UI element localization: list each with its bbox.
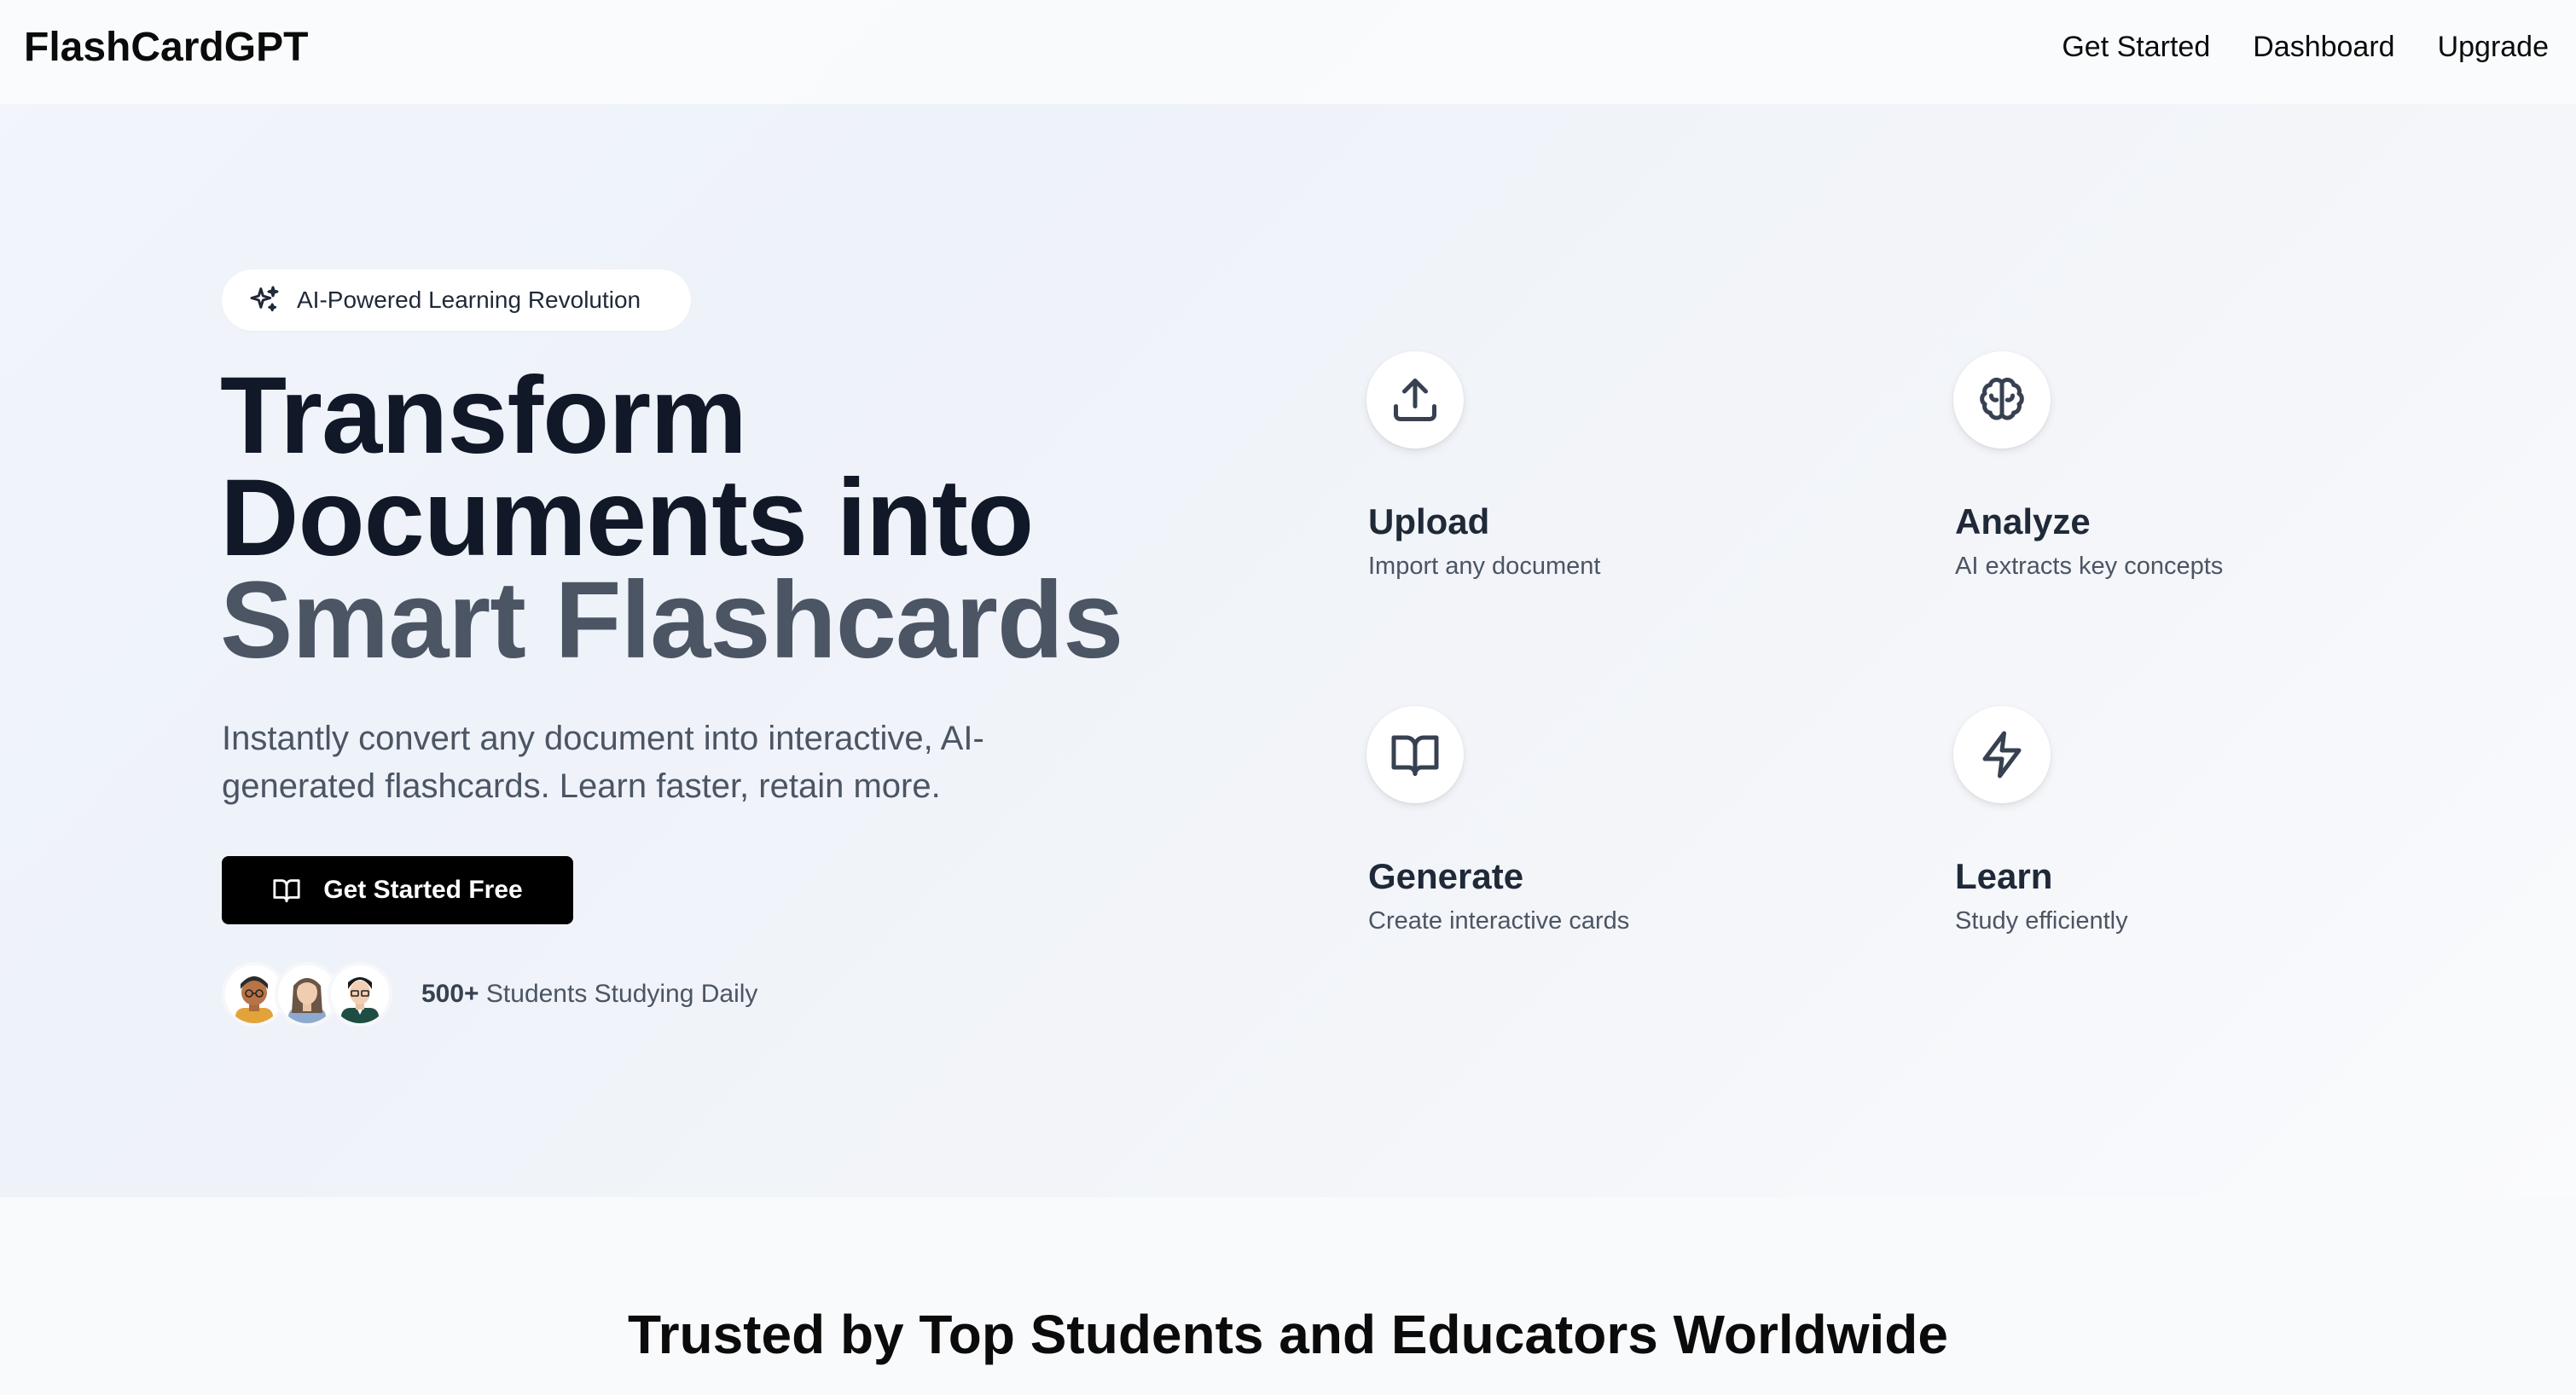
nav-get-started[interactable]: Get Started: [2062, 31, 2210, 64]
feature-upload: Upload Import any document: [1366, 351, 1844, 580]
feature-description: Study efficiently: [1955, 907, 2128, 935]
feature-analyze: Analyze AI extracts key concepts: [1953, 351, 2431, 580]
book-open-icon: [1391, 735, 1439, 776]
badge-label: AI-Powered Learning Revolution: [297, 287, 641, 313]
ai-badge: AI-Powered Learning Revolution: [222, 269, 691, 331]
lightning-icon: [1982, 731, 2022, 779]
nav-dashboard[interactable]: Dashboard: [2253, 31, 2394, 64]
feature-icon-circle: [1366, 351, 1464, 449]
brain-icon: [1980, 377, 2024, 420]
avatar-group: [222, 962, 392, 1027]
feature-title: Analyze: [1955, 501, 2091, 541]
headline-line-2: Documents into: [220, 457, 1034, 579]
students-label: Students Studying Daily: [479, 980, 758, 1008]
feature-icon-circle: [1366, 706, 1464, 803]
nav-links: Get Started Dashboard Upgrade: [2062, 31, 2549, 64]
feature-learn: Learn Study efficiently: [1953, 706, 2431, 935]
book-open-icon: [273, 879, 300, 903]
top-navbar: FlashCardGPT Get Started Dashboard Upgra…: [0, 0, 2576, 104]
feature-description: Import any document: [1368, 553, 1601, 580]
feature-title: Generate: [1368, 856, 1524, 896]
feature-icon-circle: [1953, 706, 2051, 803]
feature-title: Upload: [1368, 501, 1490, 541]
feature-icon-circle: [1953, 351, 2051, 449]
cta-label: Get Started Free: [323, 876, 523, 904]
students-count: 500+: [421, 980, 479, 1008]
social-proof: 500+ Students Studying Daily: [222, 962, 757, 1027]
headline-line-3: Smart Flashcards: [220, 559, 1123, 681]
sparkles-icon: [250, 286, 279, 312]
trusted-heading: Trusted by Top Students and Educators Wo…: [628, 1304, 1948, 1365]
feature-description: AI extracts key concepts: [1955, 553, 2224, 580]
feature-title: Learn: [1955, 856, 2053, 896]
feature-generate: Generate Create interactive cards: [1366, 706, 1844, 935]
upload-icon: [1394, 379, 1436, 421]
students-count-text: 500+ Students Studying Daily: [421, 980, 757, 1009]
logo[interactable]: FlashCardGPT: [24, 24, 308, 71]
hero-headline: Transform Documents into Smart Flashcard…: [220, 355, 1123, 681]
feature-description: Create interactive cards: [1368, 907, 1630, 935]
get-started-free-button[interactable]: Get Started Free: [222, 856, 573, 924]
nav-upgrade[interactable]: Upgrade: [2438, 31, 2549, 64]
avatar: [328, 962, 392, 1027]
headline-line-1: Transform: [220, 355, 747, 477]
hero-subtext: Instantly convert any document into inte…: [222, 720, 984, 805]
